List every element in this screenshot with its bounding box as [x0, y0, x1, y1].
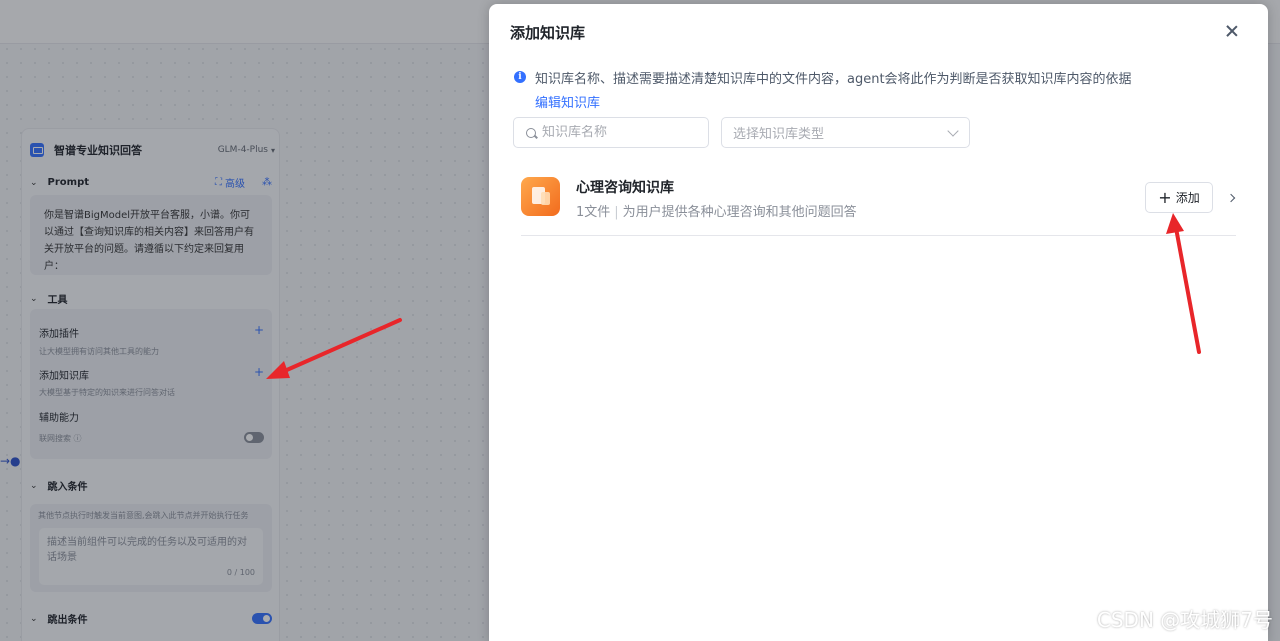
chevron-right-icon[interactable]	[1226, 193, 1236, 203]
list-item[interactable]: 心理咨询知识库 1文件 | 为用户提供各种心理咨询和其他问题回答 + 添加	[521, 168, 1236, 236]
kb-type-select[interactable]: 选择知识库类型	[721, 117, 970, 148]
close-icon[interactable]	[1222, 21, 1242, 41]
plus-icon: +	[1158, 187, 1172, 207]
info-text: 知识库名称、描述需要描述清楚知识库中的文件内容，agent会将此作为判断是否获取…	[535, 72, 1132, 87]
kb-search-box[interactable]	[513, 117, 709, 148]
chevron-down-icon	[947, 125, 959, 137]
kb-type-placeholder: 选择知识库类型	[733, 127, 825, 142]
watermark: CSDN @攻城狮7号	[1096, 608, 1273, 632]
kb-search-input[interactable]	[542, 125, 702, 140]
info-icon: i	[514, 71, 526, 83]
edit-kb-link[interactable]: 编辑知识库	[535, 92, 600, 111]
add-kb-modal: 添加知识库 i 知识库名称、描述需要描述清楚知识库中的文件内容，agent会将此…	[489, 4, 1268, 641]
kb-name: 心理咨询知识库	[576, 180, 674, 196]
kb-meta: 1文件 | 为用户提供各种心理咨询和其他问题回答	[576, 205, 857, 220]
add-button-label: 添加	[1175, 191, 1200, 205]
modal-title: 添加知识库	[510, 24, 586, 42]
knowledge-base-icon	[521, 177, 560, 216]
search-icon	[526, 127, 536, 138]
kb-file-count: 1文件	[576, 205, 611, 220]
add-button[interactable]: + 添加	[1145, 182, 1213, 213]
kb-description: 为用户提供各种心理咨询和其他问题回答	[622, 205, 857, 220]
